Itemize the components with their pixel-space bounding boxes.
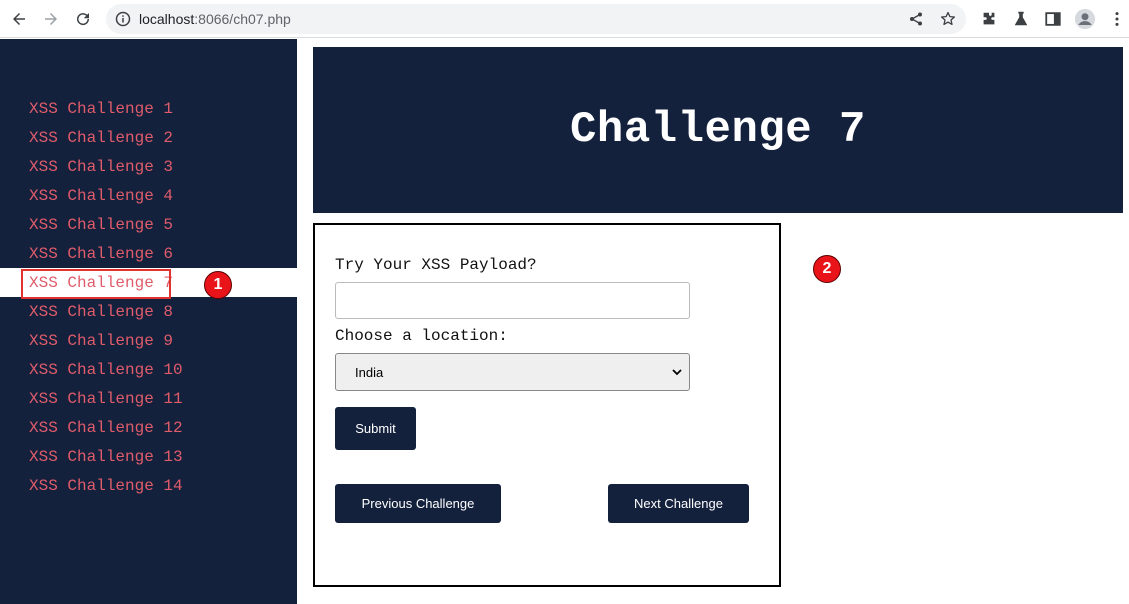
url-path: :8066/ch07.php — [194, 11, 291, 27]
sidebar-item-challenge-13[interactable]: XSS Challenge 13 — [0, 442, 297, 471]
challenge-form: Try Your XSS Payload? Choose a location:… — [313, 223, 781, 587]
payload-label: Try Your XSS Payload? — [335, 256, 537, 274]
sidebar-item-challenge-5[interactable]: XSS Challenge 5 — [0, 210, 297, 239]
location-selected-value: India — [355, 364, 384, 380]
sidebar-item-challenge-10[interactable]: XSS Challenge 10 — [0, 355, 297, 384]
annotation-marker-2: 2 — [813, 255, 841, 283]
back-icon[interactable] — [6, 6, 32, 32]
previous-challenge-button[interactable]: Previous Challenge — [335, 484, 501, 523]
sidebar-item-challenge-12[interactable]: XSS Challenge 12 — [0, 413, 297, 442]
forward-icon[interactable] — [38, 6, 64, 32]
chevron-down-icon — [672, 369, 682, 376]
sidebar: XSS Challenge 1 XSS Challenge 2 XSS Chal… — [0, 39, 297, 604]
kebab-menu-icon[interactable] — [1107, 9, 1127, 29]
sidebar-item-challenge-7[interactable]: XSS Challenge 7 — [0, 268, 297, 297]
share-icon[interactable] — [908, 11, 924, 27]
sidebar-item-challenge-6[interactable]: XSS Challenge 6 — [0, 239, 297, 268]
reload-icon[interactable] — [70, 6, 96, 32]
sidebar-item-challenge-2[interactable]: XSS Challenge 2 — [0, 123, 297, 152]
page-header-banner: Challenge 7 — [313, 47, 1123, 213]
sidebar-item-challenge-3[interactable]: XSS Challenge 3 — [0, 152, 297, 181]
url-host: localhost — [139, 11, 195, 27]
side-panel-icon[interactable] — [1043, 9, 1063, 29]
sidebar-item-challenge-4[interactable]: XSS Challenge 4 — [0, 181, 297, 210]
profile-avatar-icon[interactable] — [1073, 7, 1097, 31]
address-bar[interactable]: localhost:8066/ch07.php — [106, 4, 966, 34]
browser-toolbar: localhost:8066/ch07.php — [0, 0, 1129, 38]
submit-button[interactable]: Submit — [335, 407, 416, 450]
info-icon[interactable] — [115, 11, 131, 27]
payload-input[interactable] — [335, 282, 690, 319]
lab-flask-icon[interactable] — [1011, 9, 1031, 29]
sidebar-item-challenge-11[interactable]: XSS Challenge 11 — [0, 384, 297, 413]
annotation-marker-1: 1 — [204, 271, 232, 299]
sidebar-item-challenge-8[interactable]: XSS Challenge 8 — [0, 297, 297, 326]
page-title: Challenge 7 — [570, 105, 866, 155]
next-challenge-button[interactable]: Next Challenge — [608, 484, 749, 523]
location-select[interactable]: India — [335, 353, 690, 391]
location-label: Choose a location: — [335, 327, 508, 345]
bookmark-star-icon[interactable] — [940, 11, 956, 27]
url-text: localhost:8066/ch07.php — [139, 11, 291, 27]
sidebar-item-challenge-14[interactable]: XSS Challenge 14 — [0, 471, 297, 500]
sidebar-item-challenge-9[interactable]: XSS Challenge 9 — [0, 326, 297, 355]
extensions-puzzle-icon[interactable] — [979, 9, 999, 29]
sidebar-item-challenge-1[interactable]: XSS Challenge 1 — [0, 94, 297, 123]
